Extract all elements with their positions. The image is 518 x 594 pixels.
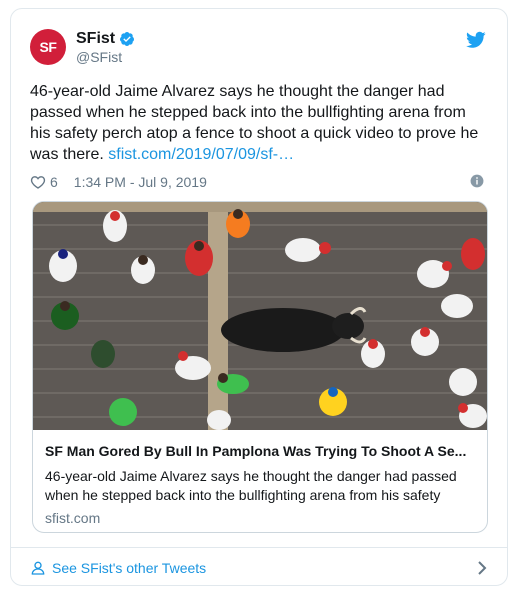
preview-photo[interactable] (33, 202, 487, 430)
person-icon (31, 561, 45, 575)
heart-icon[interactable] (30, 174, 46, 190)
twitter-bird-icon[interactable] (466, 31, 486, 49)
preview-domain: sfist.com (45, 510, 101, 526)
verified-badge-icon (120, 31, 135, 46)
avatar-logo-text: SF (39, 39, 57, 55)
avatar[interactable]: SF (30, 29, 66, 65)
handle[interactable]: @SFist (76, 48, 135, 67)
info-icon[interactable] (470, 174, 484, 188)
preview-title[interactable]: SF Man Gored By Bull In Pamplona Was Try… (45, 442, 477, 461)
account-names[interactable]: SFist @SFist (76, 29, 135, 67)
like-count[interactable]: 6 (50, 174, 58, 190)
tweet-embed-card: SF SFist @SFist 46-year-old Jaime Alvare… (10, 8, 508, 586)
tweet-footer[interactable]: See SFist's other Tweets (11, 547, 507, 585)
bull-run-photo (33, 202, 487, 430)
link-preview-card[interactable]: SF Man Gored By Bull In Pamplona Was Try… (32, 201, 488, 533)
timestamp[interactable]: 1:34 PM - Jul 9, 2019 (74, 174, 207, 190)
preview-description: 46-year-old Jaime Alvarez says he though… (45, 468, 457, 503)
tweet-text: 46-year-old Jaime Alvarez says he though… (30, 81, 490, 165)
preview-text[interactable]: SF Man Gored By Bull In Pamplona Was Try… (33, 430, 487, 532)
see-other-tweets-link[interactable]: See SFist's other Tweets (52, 560, 206, 576)
chevron-right-icon[interactable] (475, 560, 489, 576)
display-name[interactable]: SFist (76, 29, 115, 48)
display-name-row: SFist (76, 29, 135, 48)
tweet-meta: 6 1:34 PM - Jul 9, 2019 (30, 172, 488, 192)
tweet-header: SF SFist @SFist (30, 29, 488, 69)
tweet-link[interactable]: sfist.com/2019/07/09/sf-… (108, 146, 294, 163)
